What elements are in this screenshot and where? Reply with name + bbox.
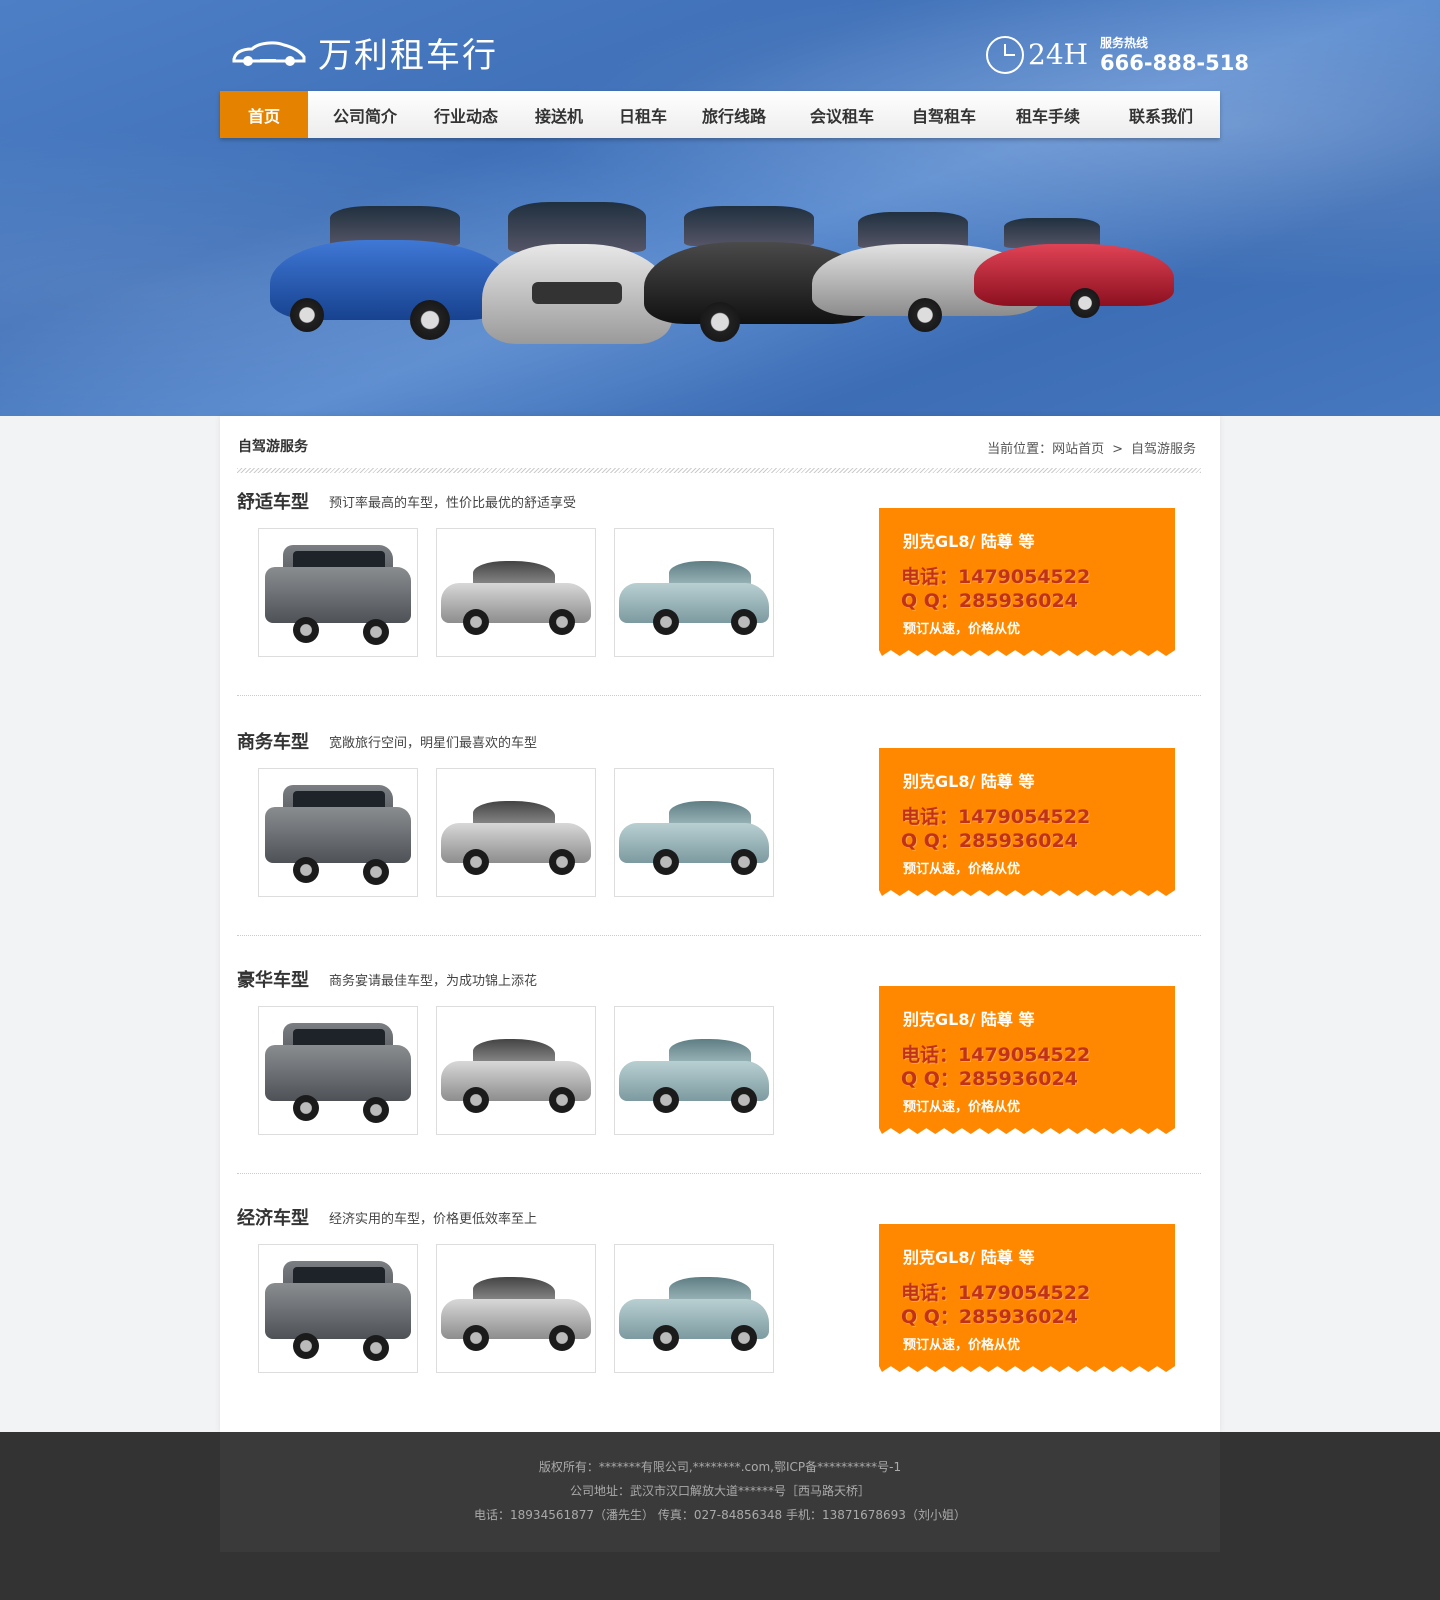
- nav-item-meeting[interactable]: 会议租车: [790, 91, 894, 138]
- nav-item-selfdrive[interactable]: 自驾租车: [894, 91, 994, 138]
- car-thumb-suv[interactable]: [258, 1244, 418, 1373]
- car-thumb-teal-sedan[interactable]: [614, 1244, 774, 1373]
- section-subtitle: 经济实用的车型，价格更低效率至上: [329, 1212, 538, 1227]
- section-luxury: 豪华车型 商务宴请最佳车型，为成功锦上添花 别克GL8/ 陆尊 等 电话：147…: [237, 954, 1201, 1174]
- promo-phone: 电话：1479054522: [901, 806, 1091, 828]
- promo-phone: 电话：1479054522: [901, 566, 1091, 588]
- hotline-number: 666-888-518: [1100, 51, 1249, 75]
- clock-icon: [986, 35, 1024, 74]
- logo[interactable]: 万利租车行: [230, 30, 498, 76]
- section-divider: [237, 1173, 1201, 1174]
- section-subtitle: 商务宴请最佳车型，为成功锦上添花: [329, 974, 538, 989]
- banner-car-red: [974, 218, 1174, 318]
- car-thumb-teal-sedan[interactable]: [614, 528, 774, 657]
- nav-item-contact[interactable]: 联系我们: [1102, 91, 1220, 138]
- car-thumb-teal-sedan[interactable]: [614, 768, 774, 897]
- car-thumb-silver-sedan[interactable]: [436, 768, 596, 897]
- promo-card[interactable]: 别克GL8/ 陆尊 等 电话：1479054522 Q Q：285936024 …: [879, 508, 1175, 656]
- nav-item-news[interactable]: 行业动态: [422, 91, 510, 138]
- promo-note: 预订从速，价格从优: [903, 1100, 1021, 1115]
- breadcrumb: 当前位置：网站首页 > 自驾游服务: [983, 438, 1200, 457]
- footer-inner: 版权所有：*******有限公司,********.com,鄂ICP备*****…: [220, 1432, 1220, 1552]
- car-thumb-silver-sedan[interactable]: [436, 1006, 596, 1135]
- car-thumb-silver-sedan[interactable]: [436, 528, 596, 657]
- main-nav: 首页 公司简介 行业动态 接送机 日租车 旅行线路 会议租车 自驾租车 租车手续…: [220, 91, 1220, 138]
- hotline-block: 服务热线 666-888-518: [1100, 34, 1249, 75]
- section-title: 经济车型: [237, 1208, 309, 1229]
- breadcrumb-home[interactable]: 当前位置：网站首页: [987, 442, 1104, 457]
- promo-model: 别克GL8/ 陆尊 等: [903, 1010, 1035, 1029]
- main-content: 自驾游服务 当前位置：网站首页 > 自驾游服务 舒适车型 预订率最高的车型，性价比最…: [220, 416, 1220, 1432]
- promo-qq: Q Q：285936024: [901, 830, 1078, 852]
- breadcrumb-current: 自驾游服务: [1130, 442, 1196, 457]
- footer-contact: 电话：18934561877（潘先生） 传真：027-84856348 手机：1…: [474, 1508, 966, 1522]
- car-thumb-suv[interactable]: [258, 1006, 418, 1135]
- car-thumb-suv[interactable]: [258, 528, 418, 657]
- car-thumb-silver-sedan[interactable]: [436, 1244, 596, 1373]
- car-thumb-teal-sedan[interactable]: [614, 1006, 774, 1135]
- promo-qq: Q Q：285936024: [901, 1068, 1078, 1090]
- promo-note: 预订从速，价格从优: [903, 622, 1021, 637]
- car-thumb-suv[interactable]: [258, 768, 418, 897]
- banner-car-blue: [270, 200, 510, 340]
- promo-model: 别克GL8/ 陆尊 等: [903, 532, 1035, 551]
- hotline: 24H 服务热线 666-888-518: [986, 34, 1249, 75]
- nav-item-daily[interactable]: 日租车: [608, 91, 678, 138]
- section-title: 舒适车型: [237, 492, 309, 513]
- promo-card[interactable]: 别克GL8/ 陆尊 等 电话：1479054522 Q Q：285936024 …: [879, 986, 1175, 1134]
- nav-item-about[interactable]: 公司简介: [308, 91, 422, 138]
- promo-phone: 电话：1479054522: [901, 1044, 1091, 1066]
- section-divider: [237, 935, 1201, 936]
- car-logo-icon: [230, 37, 308, 67]
- promo-note: 预订从速，价格从优: [903, 1338, 1021, 1353]
- breadcrumb-separator: >: [1112, 442, 1123, 457]
- section-title: 豪华车型: [237, 970, 309, 991]
- promo-model: 别克GL8/ 陆尊 等: [903, 772, 1035, 791]
- section-title: 商务车型: [237, 732, 309, 753]
- promo-phone: 电话：1479054522: [901, 1282, 1091, 1304]
- footer: 版权所有：*******有限公司,********.com,鄂ICP备*****…: [0, 1432, 1440, 1600]
- promo-qq: Q Q：285936024: [901, 1306, 1078, 1328]
- hero-banner: [220, 140, 1220, 416]
- section-comfort: 舒适车型 预订率最高的车型，性价比最优的舒适享受 别克GL8/ 陆尊 等 电话：…: [237, 476, 1201, 696]
- promo-model: 别克GL8/ 陆尊 等: [903, 1248, 1035, 1267]
- nav-item-home[interactable]: 首页: [220, 91, 308, 138]
- section-business: 商务车型 宽敞旅行空间，明星们最喜欢的车型 别克GL8/ 陆尊 等 电话：147…: [237, 716, 1201, 936]
- nav-item-procedure[interactable]: 租车手续: [994, 91, 1102, 138]
- hours-24-label: 24H: [1028, 38, 1089, 71]
- logo-text: 万利租车行: [318, 35, 498, 76]
- hotline-label: 服务热线: [1100, 36, 1149, 50]
- promo-qq: Q Q：285936024: [901, 590, 1078, 612]
- footer-address: 公司地址：武汉市汉口解放大道******号［西马路天桥］: [569, 1484, 870, 1498]
- promo-note: 预订从速，价格从优: [903, 862, 1021, 877]
- promo-card[interactable]: 别克GL8/ 陆尊 等 电话：1479054522 Q Q：285936024 …: [879, 1224, 1175, 1372]
- section-subtitle: 宽敞旅行空间，明星们最喜欢的车型: [329, 736, 538, 751]
- section-divider: [237, 695, 1201, 696]
- divider: [237, 468, 1201, 473]
- section-subtitle: 预订率最高的车型，性价比最优的舒适享受: [329, 496, 577, 511]
- nav-item-travel[interactable]: 旅行线路: [678, 91, 790, 138]
- nav-item-airport[interactable]: 接送机: [510, 91, 608, 138]
- section-economy: 经济车型 经济实用的车型，价格更低效率至上 别克GL8/ 陆尊 等 电话：147…: [237, 1192, 1201, 1412]
- page-title: 自驾游服务: [238, 439, 308, 455]
- footer-copyright: 版权所有：*******有限公司,********.com,鄂ICP备*****…: [538, 1460, 902, 1474]
- promo-card[interactable]: 别克GL8/ 陆尊 等 电话：1479054522 Q Q：285936024 …: [879, 748, 1175, 896]
